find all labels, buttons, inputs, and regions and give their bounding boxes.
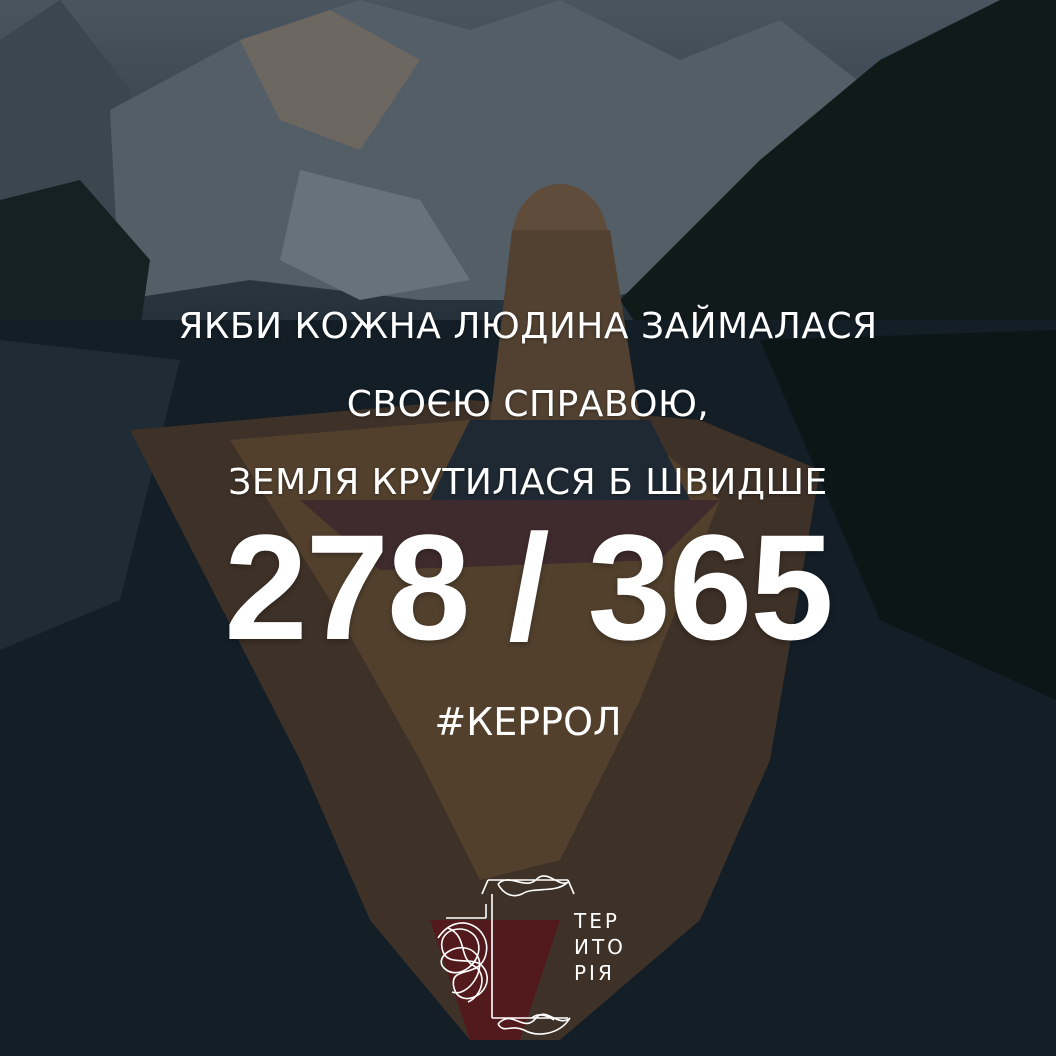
post-canvas: ЯКБИ КОЖНА ЛЮДИНА ЗАЙМАЛАСЯ СВОЄЮ СПРАВО… bbox=[0, 0, 1056, 1056]
logo-line-3: РІЯ bbox=[574, 961, 615, 985]
quote-line-3: ЗЕМЛЯ КРУТИЛАСЯ Б ШВИДШЕ bbox=[228, 462, 828, 503]
logo-line-1: ТЕР bbox=[574, 909, 620, 933]
hashtag: #КЕРРОЛ bbox=[434, 700, 622, 744]
territoria-logo: ТЕР ИТО РІЯ bbox=[428, 868, 628, 1038]
logo-wordmark: ТЕР ИТО РІЯ bbox=[574, 908, 626, 986]
scribble-frame-icon bbox=[437, 875, 575, 1035]
day-counter: 278 / 365 bbox=[224, 503, 834, 671]
quote-line-2: СВОЄЮ СПРАВОЮ, bbox=[346, 384, 710, 425]
logo-line-2: ИТО bbox=[574, 935, 626, 959]
quote-line-1: ЯКБИ КОЖНА ЛЮДИНА ЗАЙМАЛАСЯ bbox=[178, 306, 878, 347]
